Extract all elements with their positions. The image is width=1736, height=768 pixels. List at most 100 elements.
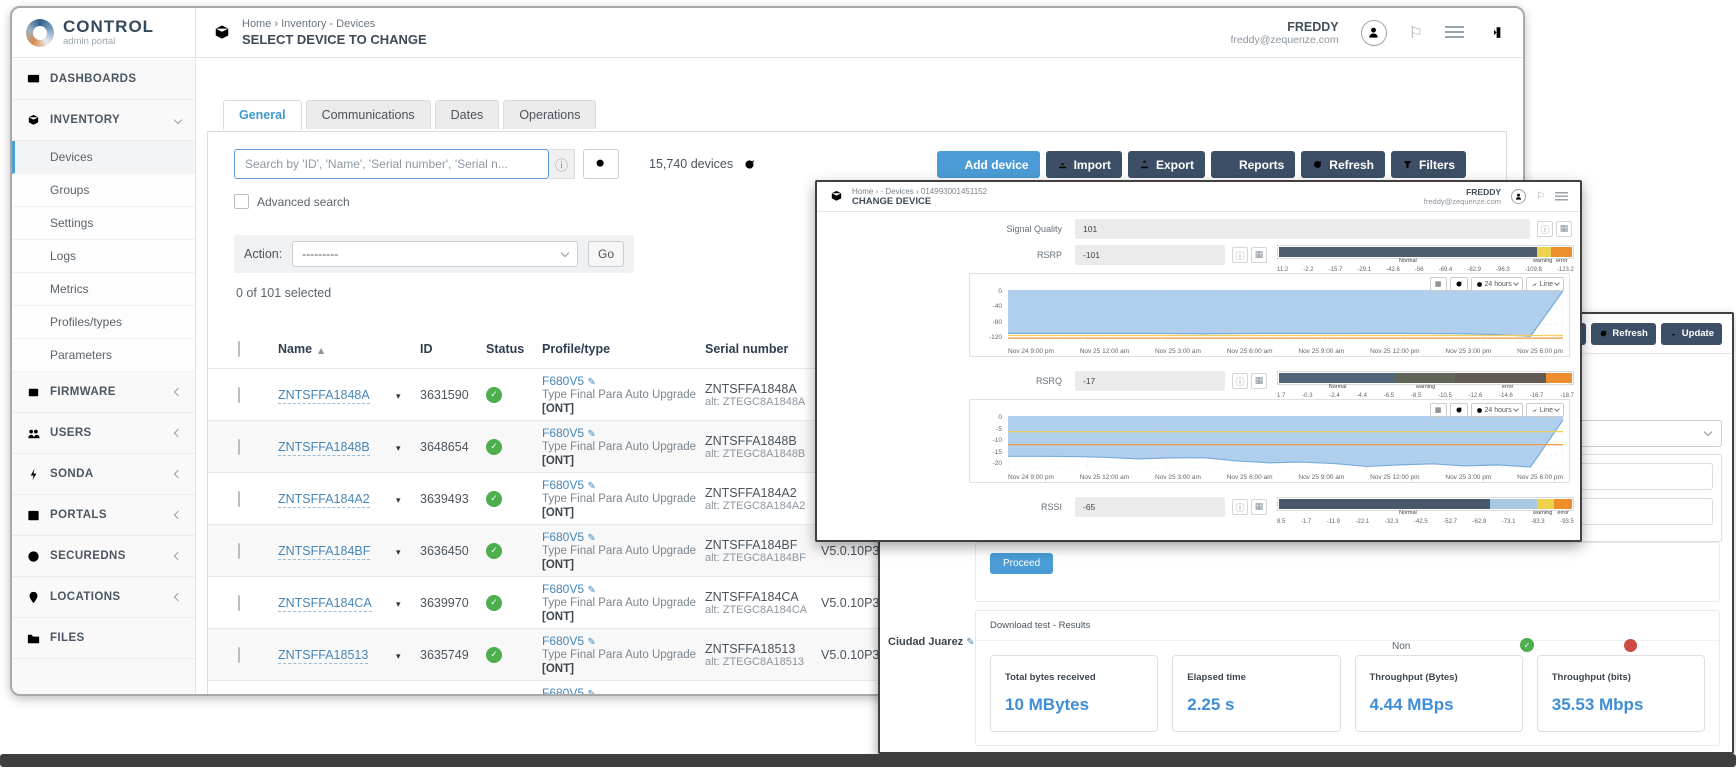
edit-icon[interactable]: ✎ [588,429,596,440]
avatar-icon[interactable] [1511,189,1526,204]
grid-icon[interactable]: ▦ [1556,221,1572,237]
row-checkbox[interactable] [238,543,240,559]
edit-icon[interactable]: ✎ [588,689,596,694]
profile-link[interactable]: F680V5 [542,686,584,694]
breadcrumb[interactable]: Home › - Devices › 014993001451152 [852,187,987,196]
toolbar-button[interactable]: Filters [1391,151,1466,178]
row-checkbox[interactable] [238,647,240,663]
sidebar-item[interactable]: FILES [12,618,195,659]
sidebar-item[interactable]: Logs [12,240,195,273]
logo[interactable]: CONTROL admin portal [12,8,196,57]
edit-icon[interactable]: ✎ [588,637,596,648]
profile-link[interactable]: F680V5 [542,530,584,544]
sidebar-item[interactable]: SONDA [12,454,195,495]
toolbar-button[interactable]: Add device [937,151,1040,178]
device-name-link[interactable]: ZNTSFFA184CA [278,596,372,612]
flag-icon[interactable]: ⚐ [1409,23,1423,42]
go-button[interactable]: Go [588,241,624,267]
header-profile[interactable]: Profile/type [542,342,705,356]
avatar-icon[interactable] [1361,20,1387,46]
info-icon[interactable]: ⓘ [1232,373,1248,389]
sidebar-item[interactable]: INVENTORY [12,100,195,141]
flag-icon[interactable]: ⚐ [1536,191,1545,202]
breadcrumb[interactable]: Home › Inventory - Devices [242,18,427,30]
device-name-link[interactable]: ZNTSFFA184A2 [278,492,370,508]
edit-icon[interactable]: ✎ [966,637,974,648]
action-select[interactable]: --------- [292,241,578,267]
info-icon[interactable]: ⓘ [1232,499,1248,515]
profile-link[interactable]: F680V5 [542,634,584,648]
chart-type-dropdown[interactable]: Line [1526,403,1564,417]
results-toolbar-button[interactable]: Update [1661,323,1722,345]
toolbar-button[interactable]: Refresh [1301,151,1385,178]
row-dropdown-caret[interactable]: ▾ [396,548,401,558]
row-dropdown-caret[interactable]: ▾ [396,444,401,454]
range-dropdown[interactable]: 24 hours [1471,403,1523,417]
toolbar-button[interactable]: Reports [1211,151,1295,178]
grid-button[interactable]: ▦ [1430,277,1447,291]
row-checkbox[interactable] [238,439,240,455]
tab[interactable]: Operations [503,100,596,129]
tab[interactable]: General [223,100,302,130]
rsrq-input[interactable]: -17 [1075,371,1225,391]
sidebar-item[interactable]: DASHBOARDS [12,59,195,100]
row-checkbox[interactable] [238,595,240,611]
grid-button[interactable]: ▦ [1430,403,1447,417]
profile-link[interactable]: F680V5 [542,426,584,440]
sidebar-item[interactable]: Profiles/types [12,306,195,339]
header-status[interactable]: Status [486,342,542,356]
info-icon[interactable]: ⓘ [1232,247,1248,263]
tab[interactable]: Communications [306,100,431,129]
edit-icon[interactable]: ✎ [588,585,596,596]
header-id[interactable]: ID [420,342,486,356]
user-block[interactable]: FREDDY freddy@zequenze.com [1231,20,1339,46]
grid-icon[interactable]: ▦ [1251,373,1267,389]
sidebar-item[interactable]: FIRMWARE [12,372,195,413]
row-dropdown-caret[interactable]: ▾ [396,392,401,402]
chart-type-dropdown[interactable]: Line [1526,277,1564,291]
sidebar-item[interactable]: USERS [12,413,195,454]
sidebar-item[interactable]: PORTALS [12,495,195,536]
edit-icon[interactable]: ✎ [588,533,596,544]
advanced-search-checkbox[interactable] [234,194,249,209]
sidebar-item[interactable]: Devices [12,141,195,174]
header-serial[interactable]: Serial number [705,342,821,356]
grid-icon[interactable]: ▦ [1251,499,1267,515]
sidebar-item[interactable]: Settings [12,207,195,240]
toolbar-button[interactable]: Import [1046,151,1122,178]
row-dropdown-caret[interactable]: ▾ [396,496,401,506]
chart-refresh-button[interactable] [1450,403,1468,417]
sidebar-item[interactable]: Groups [12,174,195,207]
info-icon[interactable]: ⓘ [549,149,575,179]
rssi-input[interactable]: -65 [1075,497,1225,517]
info-icon[interactable]: ⓘ [1537,221,1553,237]
select-all-checkbox[interactable] [238,341,240,357]
header-name[interactable]: Name▲ [278,342,396,356]
profile-link[interactable]: F680V5 [542,374,584,388]
device-name-link[interactable]: ZNTSFFA184BF [278,544,370,560]
device-name-link[interactable]: ZNTSFFA18513 [278,648,368,664]
search-button[interactable] [583,149,619,179]
search-input[interactable] [234,149,549,179]
sidebar-item[interactable]: Parameters [12,339,195,372]
logout-icon[interactable] [1486,24,1503,41]
profile-link[interactable]: F680V5 [542,582,584,596]
range-dropdown[interactable]: 24 hours [1471,277,1523,291]
row-dropdown-caret[interactable]: ▾ [396,652,401,662]
signal-quality-input[interactable]: 101 [1075,219,1530,239]
tab[interactable]: Dates [435,100,500,129]
grid-icon[interactable]: ▦ [1251,247,1267,263]
menu-icon[interactable] [1445,26,1464,40]
count-refresh-icon[interactable] [743,158,756,171]
chart-refresh-button[interactable] [1450,277,1468,291]
edit-icon[interactable]: ✎ [588,377,596,388]
profile-link[interactable]: F680V5 [542,478,584,492]
menu-icon[interactable] [1555,192,1568,201]
row-checkbox[interactable] [238,491,240,507]
sidebar-item[interactable]: Metrics [12,273,195,306]
rsrp-input[interactable]: -101 [1075,245,1225,265]
device-name-link[interactable]: ZNTSFFA1848B [278,440,370,456]
device-name-link[interactable]: ZNTSFFA1848A [278,388,370,404]
toolbar-button[interactable]: Export [1128,151,1205,178]
proceed-button[interactable]: Proceed [990,553,1053,574]
